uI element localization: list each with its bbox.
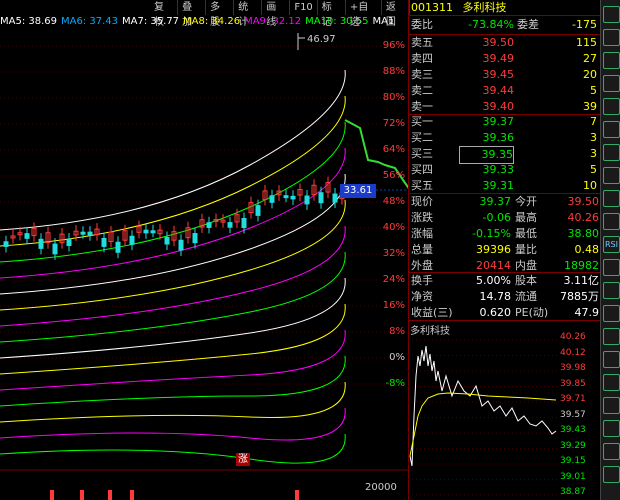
weibi-row: 委比 -73.84% 委差 -175 — [411, 18, 597, 31]
stock-header: 001311 多利科技 — [409, 0, 601, 15]
toolbar-3[interactable]: 统计 — [234, 0, 263, 28]
volume-bar — [50, 490, 54, 500]
axis-label: -8% — [385, 378, 405, 389]
toolbar-7[interactable]: +自选 — [346, 0, 382, 28]
side-tool-icon[interactable] — [603, 420, 620, 437]
volume-bar — [108, 490, 112, 500]
side-tool-icon[interactable] — [603, 190, 620, 207]
orderbook-row: 卖三 39.45 20 — [411, 68, 597, 81]
mini-price-label: 39.29 — [560, 440, 586, 451]
volume-axis-label: 20000 — [365, 482, 397, 493]
stat-row: 收益(三) 0.620 PE(动) 47.9 — [411, 306, 599, 319]
stat-row: 换手 5.00% 股本 3.11亿 — [411, 274, 599, 287]
toolbar-2[interactable]: 多股 — [206, 0, 235, 28]
mini-price-label: 39.98 — [560, 363, 586, 373]
mini-price-label: 40.26 — [560, 332, 586, 342]
axis-label: 32% — [382, 248, 405, 259]
stat-row: 涨幅 -0.15% 最低 38.80 — [411, 227, 599, 240]
axis-label: 96% — [382, 40, 405, 51]
mini-price-label: 39.57 — [560, 409, 586, 420]
ma-legend: MA5: 38.69 MA6: 37.43 MA7: 35.77 MA8: 34.26… — [0, 15, 394, 29]
ma-legend-item: MA8: 34.26 — [183, 16, 241, 27]
side-tool-icon[interactable] — [603, 259, 620, 276]
top-toolbar: 复权 叠加 多股 统计 画线 F10 标记 +自选 返回 — [150, 0, 410, 28]
side-tool-icon[interactable] — [603, 328, 620, 345]
side-tool-icon[interactable] — [603, 6, 620, 23]
side-tool-icon[interactable] — [603, 52, 620, 69]
side-tool-icon[interactable] — [603, 282, 620, 299]
mini-price-label: 39.15 — [560, 456, 586, 466]
volume-bar — [80, 490, 84, 500]
toolbar-1[interactable]: 叠加 — [178, 0, 207, 28]
mini-price-label: 38.87 — [560, 487, 586, 497]
zhang-badge: 涨 — [236, 453, 250, 466]
orderbook-row: 买五 39.31 10 — [411, 179, 597, 192]
side-tool-icon[interactable] — [603, 167, 620, 184]
orderbook-row: 买二 39.36 3 — [411, 131, 597, 144]
mini-price-label: 39.01 — [560, 471, 586, 482]
stock-code: 001311 — [411, 1, 453, 14]
axis-label: 64% — [382, 144, 405, 155]
axis-label: 8% — [389, 326, 405, 337]
stat-row: 涨跌 -0.06 最高 40.26 — [411, 211, 599, 224]
side-tool-icon[interactable] — [603, 29, 620, 46]
orderbook-row: 卖一 39.40 39 — [411, 100, 597, 113]
axis-label: 56% — [382, 170, 405, 181]
ma-legend-item: MA5: 38.69 — [0, 16, 58, 27]
toolbar-4[interactable]: 画线 — [262, 0, 291, 28]
orderbook-row: 买一 39.37 7 — [411, 115, 597, 128]
side-tool-icon[interactable] — [603, 75, 620, 92]
toolbar-5[interactable]: F10 — [290, 0, 318, 15]
toolbar-0[interactable]: 复权 — [150, 0, 179, 28]
orderbook-row: 卖五 39.50 115 — [411, 36, 597, 49]
side-tool-icon[interactable] — [603, 305, 620, 322]
stock-name: 多利科技 — [462, 1, 507, 14]
side-tool-icon[interactable] — [603, 351, 620, 368]
settings-icon[interactable]: ◇ — [354, 16, 362, 27]
kline-chart[interactable]: 46.97 — [0, 0, 408, 500]
side-tool-icon[interactable]: RSI — [603, 236, 620, 253]
ma-legend-item: MA1 — [372, 16, 395, 27]
ma-legend-item: MA7: 35.77 — [122, 16, 180, 27]
mini-price-label: 39.43 — [560, 425, 586, 435]
side-tool-icon[interactable] — [603, 466, 620, 483]
current-price-tag: 33.61 — [340, 184, 376, 198]
axis-label: 72% — [382, 118, 405, 129]
ma-legend-item: MA9: 32.12 — [244, 16, 302, 27]
intraday-chart[interactable] — [408, 336, 558, 500]
stat-row: 总量 39396 量比 0.48 — [411, 243, 599, 256]
side-tool-icon[interactable] — [603, 213, 620, 230]
side-tool-icon[interactable] — [603, 144, 620, 161]
orderbook-row: 卖四 39.49 27 — [411, 52, 597, 65]
volume-bar — [130, 490, 134, 500]
stat-row: 净资 14.78 流通 7885万 — [411, 290, 599, 303]
side-tool-icon[interactable] — [603, 121, 620, 138]
axis-label: 80% — [382, 92, 405, 103]
axis-label: 0% — [389, 352, 405, 363]
toolbar-8[interactable]: 返回 — [382, 0, 410, 28]
stat-row: 现价 39.37 今开 39.50 — [411, 195, 599, 208]
mini-chart-title: 多利科技 — [410, 326, 450, 337]
volume-bar — [295, 490, 299, 500]
axis-label: 88% — [382, 66, 405, 77]
orderbook-row: 买三 39.35 3 — [409, 146, 601, 164]
side-toolbar: RSI — [600, 0, 620, 500]
mini-price-label: 40.12 — [560, 347, 586, 358]
axis-label: 40% — [382, 222, 405, 233]
side-tool-icon[interactable] — [603, 374, 620, 391]
side-tool-icon[interactable] — [603, 443, 620, 460]
orderbook-row: 买四 39.33 5 — [411, 163, 597, 176]
mini-price-label: 39.85 — [560, 378, 586, 389]
side-tool-icon[interactable] — [603, 397, 620, 414]
mini-price-label: 39.71 — [560, 394, 586, 404]
ma-legend-item: MA6: 37.43 — [61, 16, 119, 27]
side-tool-icon[interactable] — [603, 98, 620, 115]
toolbar-6[interactable]: 标记 — [318, 0, 346, 28]
axis-label: 16% — [382, 300, 405, 311]
peak-label: 46.97 — [307, 34, 336, 45]
right-axis: 96% 88% 80% 72% 64% 56% 48% 40% 32% 24% 16% 8% 0% -8% — [355, 30, 405, 500]
orderbook-row: 卖二 39.44 5 — [411, 84, 597, 97]
axis-label: 24% — [382, 274, 405, 285]
